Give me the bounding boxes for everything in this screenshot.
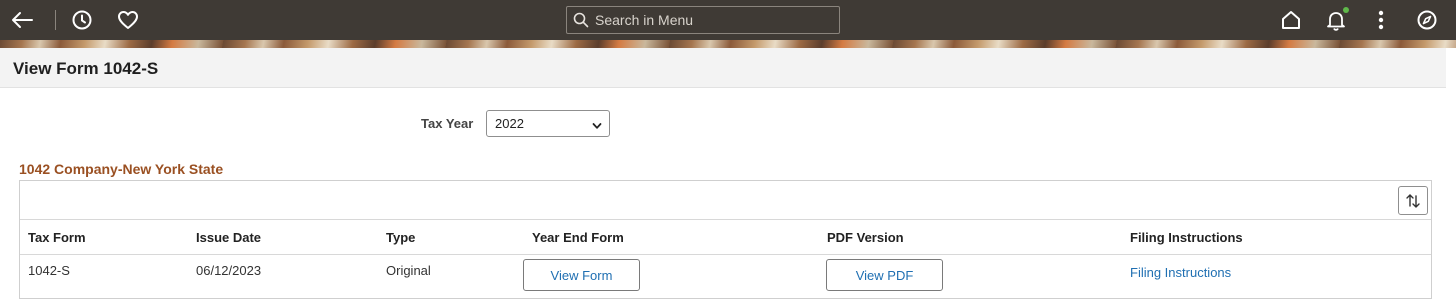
- page-header: View Form 1042-S: [0, 48, 1446, 88]
- back-arrow-icon[interactable]: [8, 6, 36, 34]
- column-header-tax-form: Tax Form: [28, 230, 86, 245]
- heart-icon[interactable]: [114, 6, 142, 34]
- sort-button[interactable]: [1398, 186, 1428, 215]
- search-icon: [573, 12, 589, 28]
- grid-header-row: Tax Form Issue Date Type Year End Form P…: [20, 220, 1431, 255]
- view-form-button[interactable]: View Form: [523, 259, 640, 291]
- column-header-type: Type: [386, 230, 416, 245]
- compass-icon[interactable]: [1413, 6, 1441, 34]
- table-row: 1042-S 06/12/2023 Original View Form Vie…: [20, 255, 1431, 298]
- page-title: View Form 1042-S: [13, 59, 159, 78]
- home-icon[interactable]: [1277, 6, 1305, 34]
- filing-instructions-link[interactable]: Filing Instructions: [1130, 265, 1231, 280]
- column-header-pdf-version: PDF Version: [827, 230, 904, 245]
- tax-forms-grid: Tax Form Issue Date Type Year End Form P…: [19, 180, 1432, 299]
- tax-year-value: 2022: [495, 116, 524, 131]
- clock-icon[interactable]: [68, 6, 96, 34]
- column-header-filing-instructions: Filing Instructions: [1130, 230, 1243, 245]
- tax-year-label: Tax Year: [421, 116, 474, 131]
- view-pdf-button[interactable]: View PDF: [826, 259, 943, 291]
- top-navigation-bar: [0, 0, 1456, 40]
- grid-toolbar: [20, 181, 1431, 220]
- decorative-banner: [0, 40, 1456, 48]
- kebab-menu-icon[interactable]: [1367, 6, 1395, 34]
- tax-year-select[interactable]: 2022: [486, 110, 610, 137]
- search-input[interactable]: [595, 12, 835, 28]
- bell-icon[interactable]: [1322, 6, 1350, 34]
- notification-indicator: [1343, 7, 1349, 13]
- column-header-issue-date: Issue Date: [196, 230, 262, 245]
- sort-icon: [1405, 193, 1421, 209]
- chevron-down-icon: [592, 119, 602, 134]
- cell-type: Original: [386, 263, 431, 278]
- column-header-year-end-form: Year End Form: [532, 230, 624, 245]
- cell-tax-form: 1042-S: [28, 263, 70, 278]
- section-title: 1042 Company-New York State: [19, 161, 224, 177]
- cell-issue-date: 06/12/2023: [196, 263, 262, 278]
- menu-search[interactable]: [566, 6, 840, 34]
- toolbar-divider: [55, 10, 56, 30]
